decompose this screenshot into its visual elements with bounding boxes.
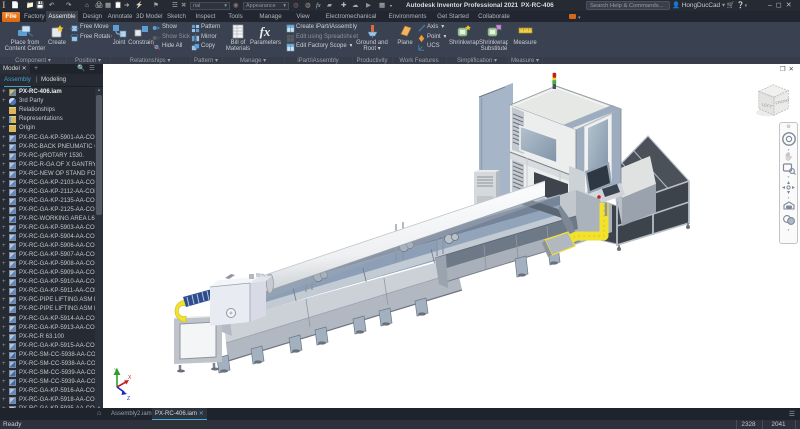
svg-text:Z: Z xyxy=(127,396,130,402)
svg-text:X: X xyxy=(128,375,132,381)
